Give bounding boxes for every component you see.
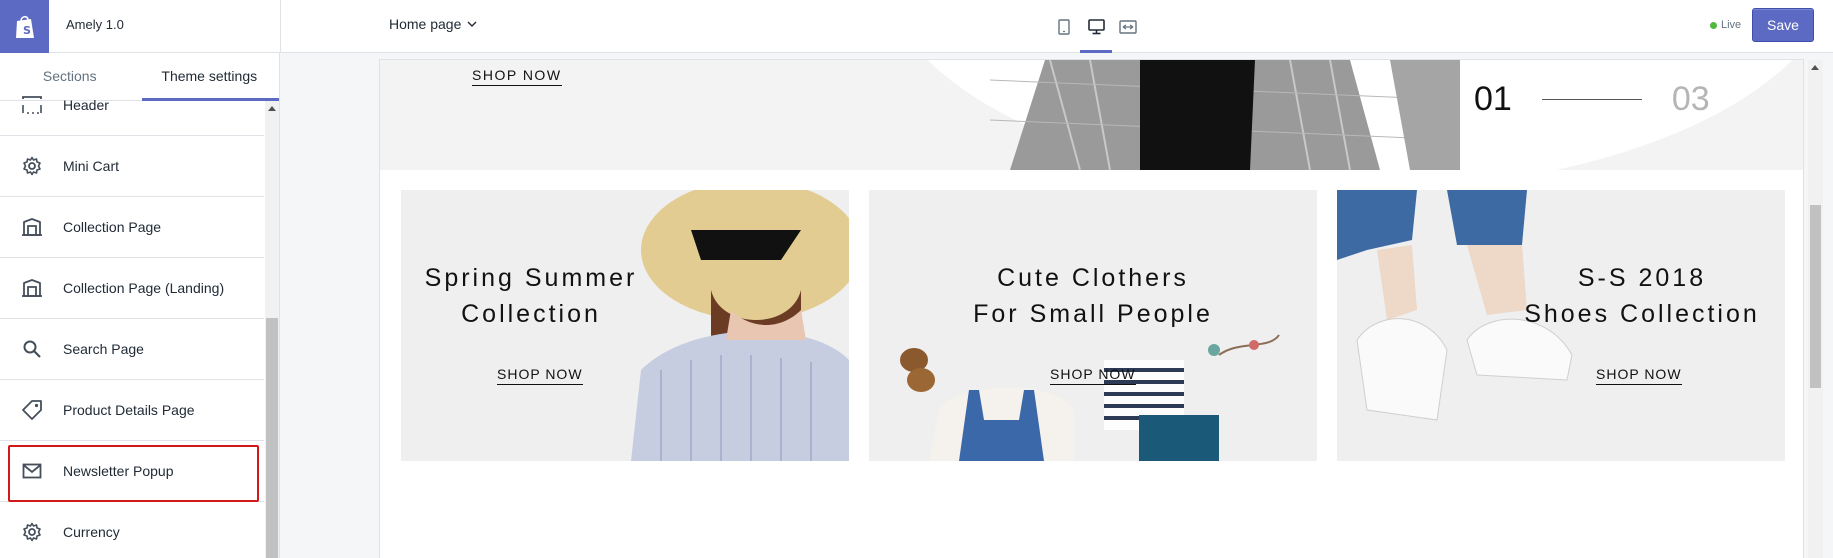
sidebar-scroll-thumb[interactable] [266,318,278,558]
banner-shoes-collection[interactable]: S-S 2018 Shoes Collection SHOP NOW [1337,190,1785,461]
svg-text:S: S [23,24,31,37]
live-label: Live [1721,19,1742,31]
save-button[interactable]: Save [1752,8,1814,42]
mobile-view-button[interactable] [1052,0,1076,53]
sidebar-item-label: Header [63,97,109,113]
sidebar-item-search-page[interactable]: Search Page [0,319,264,380]
fullscreen-view-button[interactable] [1116,0,1140,53]
hero-slideshow: SHOP NOW 01 03 [380,60,1803,170]
scroll-up-arrow-icon[interactable] [1811,65,1819,70]
device-switcher [1052,0,1140,53]
collection-icon [21,218,42,236]
page-selector[interactable]: Home page [389,16,477,32]
gear-icon [22,522,41,542]
shopify-bag-icon: S [15,15,34,38]
chevron-down-icon [467,21,477,27]
slide-current[interactable]: 01 [1474,80,1512,119]
page-selector-label: Home page [389,16,462,32]
theme-title: Amely 1.0 [66,17,124,32]
hero-shop-now-link[interactable]: SHOP NOW [472,67,562,86]
fullscreen-icon [1119,19,1137,34]
banner-shop-now-link[interactable]: SHOP NOW [1050,366,1136,385]
live-dot-icon [1710,21,1717,29]
sidebar-item-label: Currency [63,524,120,540]
sidebar-item-product-details-page[interactable]: Product Details Page [0,380,264,441]
sidebar-item-header[interactable]: Header [0,75,264,136]
banner-title-line2: Shoes Collection [1524,300,1760,328]
sidebar-item-label: Mini Cart [63,158,120,174]
sidebar-item-label: Collection Page [63,219,162,235]
desktop-view-button[interactable] [1080,0,1112,53]
slide-total[interactable]: 03 [1672,80,1710,119]
banner-kids-clothes-image [900,334,1280,461]
sidebar-item-label: Search Page [63,341,144,357]
sidebar-item-label: Collection Page (Landing) [63,280,225,296]
banner-spring-summer[interactable]: Spring Summer Collection SHOP NOW [401,190,849,461]
collection-icon [21,279,42,297]
slide-divider [1541,99,1642,100]
mobile-icon [1058,18,1070,35]
theme-preview: SHOP NOW 01 03 Spring Summer Collection … [380,60,1803,558]
banner-title-line1: Spring Summer [424,264,638,292]
banner-cute-clothers[interactable]: Cute Clothers For Small People SHOP NOW [869,190,1317,461]
desktop-icon [1087,18,1105,34]
divider [280,0,281,53]
tag-icon [21,400,42,420]
banner-title: Cute Clothers For Small People [869,260,1317,332]
banner-title-line1: S-S 2018 [1577,264,1707,292]
search-icon [23,340,41,358]
hero-model-image [990,60,1460,170]
sidebar-item-label: Product Details Page [63,402,195,418]
banner-shop-now-link[interactable]: SHOP NOW [1596,366,1682,385]
sidebar-item-currency[interactable]: Currency [0,502,264,558]
sidebar-item-collection-page[interactable]: Collection Page [0,197,264,258]
shopify-logo[interactable]: S [0,0,49,53]
banner-title-line2: Collection [461,300,601,328]
banner-shop-now-link[interactable]: SHOP NOW [497,366,583,385]
sidebar-item-collection-page-landing[interactable]: Collection Page (Landing) [0,258,264,319]
scroll-up-arrow-icon[interactable] [268,106,276,111]
header-icon [21,96,42,114]
sidebar-item-newsletter-popup[interactable]: Newsletter Popup [0,441,264,502]
sidebar: Sections Theme settings Header Mini Cart… [0,53,280,558]
live-status: Live [1710,19,1741,31]
banner-title: S-S 2018 Shoes Collection [1507,260,1777,332]
banner-title-line1: Cute Clothers [997,264,1189,292]
slide-counter: 01 03 [1474,80,1710,119]
mail-icon [22,463,41,479]
banner-title: Spring Summer Collection [421,260,641,332]
preview-scroll-thumb[interactable] [1810,205,1821,388]
gear-icon [22,156,41,176]
sidebar-item-mini-cart[interactable]: Mini Cart [0,136,264,197]
top-bar: S Amely 1.0 Home page Live Save [0,0,1833,53]
banner-title-line2: For Small People [973,300,1213,328]
sidebar-item-label: Newsletter Popup [63,463,174,479]
